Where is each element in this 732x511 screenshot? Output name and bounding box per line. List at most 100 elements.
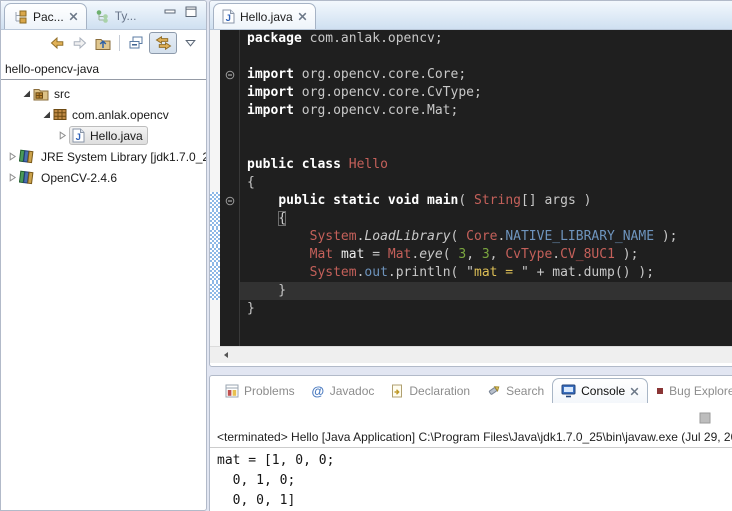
ruler-cell — [210, 48, 220, 66]
package-tree: srccom.anlak.opencvJHello.java JRE System… — [1, 80, 206, 188]
code-line[interactable]: package com.anlak.opencv; — [247, 30, 732, 48]
project-label[interactable]: hello-opencv-java — [1, 56, 206, 80]
bug-icon — [656, 387, 664, 395]
tab-label: Ty... — [115, 9, 137, 23]
console-toolbar — [699, 412, 711, 424]
editor-fold-gutter — [220, 30, 240, 346]
tab-ty[interactable]: Ty... — [87, 3, 145, 29]
maximize-button[interactable] — [185, 6, 198, 18]
code-line[interactable]: public static void main( String[] args ) — [247, 192, 732, 210]
tab-bug-explorer[interactable]: Bug Explorer — [648, 378, 732, 403]
code-line-current[interactable]: } — [240, 282, 732, 300]
package-explorer-toolbar — [1, 30, 206, 56]
code-line[interactable]: import org.opencv.core.Core; — [247, 66, 732, 84]
gutter-cell — [220, 246, 239, 264]
ruler-cell — [210, 174, 220, 192]
gutter-cell — [220, 174, 239, 192]
java-file-icon: J — [222, 9, 235, 24]
range-indicator — [210, 192, 220, 210]
collapse-all-icon — [128, 35, 144, 51]
view-window-buttons — [164, 1, 206, 29]
tab-label: Console — [581, 384, 625, 398]
collapse-all-button[interactable] — [126, 33, 146, 53]
declaration-icon — [390, 384, 404, 398]
arrow-collapsed-icon[interactable] — [5, 152, 19, 161]
gutter-cell — [220, 66, 239, 84]
code-line[interactable] — [247, 48, 732, 66]
range-indicator — [210, 210, 220, 228]
back-arrow-button[interactable] — [47, 33, 67, 53]
tree-item-com-anlak-opencv[interactable]: com.anlak.opencv — [1, 104, 206, 125]
gutter-cell — [220, 48, 239, 66]
console-icon — [561, 384, 576, 398]
svg-text:J: J — [226, 13, 231, 24]
arrow-expanded-icon[interactable] — [39, 110, 53, 119]
package-explorer-tabs: Pac... Ty... — [1, 1, 144, 29]
link-with-editor-button[interactable] — [149, 32, 177, 54]
ruler-cell — [210, 30, 220, 48]
tree-item-jre-system-library-jdk1-7-0-25[interactable]: JRE System Library [jdk1.7.0_25] — [1, 146, 206, 167]
arrow-expanded-icon[interactable] — [19, 89, 33, 98]
code-line[interactable] — [247, 138, 732, 156]
forward-arrow-icon — [72, 35, 88, 51]
gutter-cell — [220, 156, 239, 174]
terminate-button[interactable] — [699, 412, 711, 424]
tab-label: Pac... — [33, 10, 64, 24]
library-icon — [19, 149, 36, 164]
console-tabbar: Problems @Javadoc Declaration Search Console… — [210, 376, 732, 403]
forward-arrow-button[interactable] — [70, 33, 90, 53]
code-line[interactable]: import org.opencv.core.Mat; — [247, 102, 732, 120]
code-line[interactable]: System.out.println( "mat = " + mat.dump(… — [247, 264, 732, 282]
tab-hello-java[interactable]: JHello.java — [213, 3, 316, 29]
minimize-button[interactable] — [164, 6, 177, 18]
tab-label: Problems — [244, 384, 295, 398]
code-line[interactable] — [247, 120, 732, 138]
code-line[interactable]: { — [247, 210, 732, 228]
gutter-cell — [220, 282, 239, 300]
code-line[interactable]: import org.opencv.core.CvType; — [247, 84, 732, 102]
close-icon[interactable] — [298, 12, 307, 21]
tab-search[interactable]: Search — [478, 378, 552, 403]
code-area[interactable]: package com.anlak.opencv; import org.open… — [240, 30, 732, 346]
package-folder-icon — [33, 87, 49, 101]
tab-label: Javadoc — [330, 384, 375, 398]
eclipse-workbench: Pac... Ty... hello-opencv-java srccom.anl… — [0, 0, 732, 511]
ruler-cell — [210, 120, 220, 138]
gutter-cell — [220, 102, 239, 120]
arrow-collapsed-icon[interactable] — [55, 131, 69, 140]
editor-tabs: JHello.java — [210, 1, 316, 29]
tree-item-opencv-2-4-6[interactable]: OpenCV-2.4.6 — [1, 167, 206, 188]
close-icon[interactable] — [69, 12, 78, 21]
tab-declaration[interactable]: Declaration — [382, 378, 478, 403]
code-line[interactable]: System.LoadLibrary( Core.NATIVE_LIBRARY_… — [247, 228, 732, 246]
package-explorer-panel: Pac... Ty... hello-opencv-java srccom.anl… — [0, 0, 207, 511]
toolbar-separator — [119, 35, 120, 51]
tree-item-hello-java[interactable]: JHello.java — [1, 125, 206, 146]
tab-console[interactable]: Console — [552, 378, 648, 403]
editor-tabbar: JHello.java — [210, 1, 732, 30]
arrow-collapsed-icon[interactable] — [5, 173, 19, 182]
gutter-cell — [220, 300, 239, 318]
fold-collapse-icon[interactable] — [225, 196, 235, 206]
up-folder-button[interactable] — [93, 33, 113, 53]
console-panel: Problems @Javadoc Declaration Search Console… — [209, 375, 732, 511]
code-line[interactable]: public class Hello — [247, 156, 732, 174]
editor-horizontal-scrollbar[interactable] — [210, 346, 732, 363]
tab-pac[interactable]: Pac... — [4, 3, 87, 29]
console-status-line: <terminated> Hello [Java Application] C:… — [210, 403, 732, 448]
ruler-cell — [210, 66, 220, 84]
tree-item-src[interactable]: src — [1, 83, 206, 104]
package-icon — [53, 108, 67, 121]
code-line[interactable]: { — [247, 174, 732, 192]
tab-label: Declaration — [409, 384, 470, 398]
tab-problems[interactable]: Problems — [217, 378, 303, 403]
close-icon[interactable] — [630, 387, 639, 396]
console-output-line: mat = [1, 0, 0; — [217, 451, 732, 471]
fold-collapse-icon[interactable] — [225, 70, 235, 80]
scroll-left-icon[interactable] — [222, 351, 230, 359]
code-line[interactable]: } — [247, 300, 732, 318]
tab-javadoc[interactable]: @Javadoc — [303, 378, 383, 403]
tree-item-content: JRE System Library [jdk1.7.0_25] — [19, 149, 206, 164]
view-menu-button[interactable] — [180, 33, 200, 53]
code-line[interactable]: Mat mat = Mat.eye( 3, 3, CvType.CV_8UC1 … — [247, 246, 732, 264]
